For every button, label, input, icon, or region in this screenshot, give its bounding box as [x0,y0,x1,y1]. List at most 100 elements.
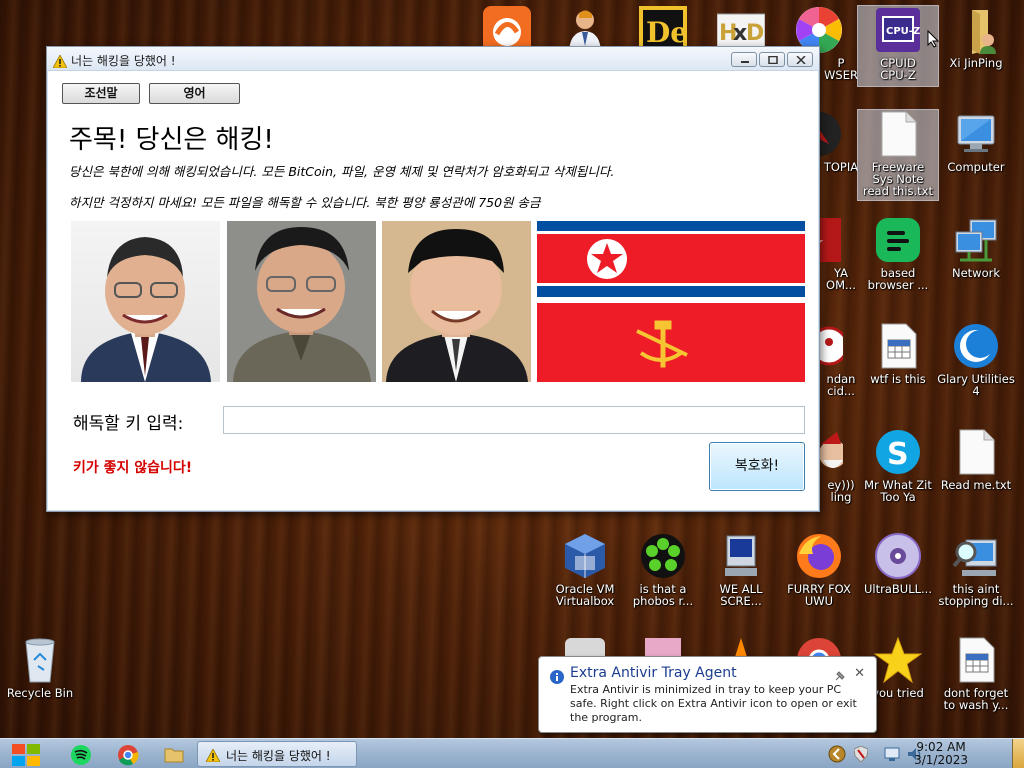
minimize-button[interactable] [731,52,757,67]
desktop-icon-weall[interactable]: WE ALL SCRE... [701,532,781,607]
spotify-taskbar-icon[interactable] [70,744,92,766]
ransom-heading: 주목! 당신은 해킹! [69,125,274,155]
star-icon [873,636,923,684]
desktop-icon-label: Freeware Sys Note read this.txt [862,160,934,198]
svg-text:D: D [746,21,764,46]
desktop-icon-recycle[interactable]: Recycle Bin [0,636,80,699]
desktop-icon-computer[interactable]: Computer [936,110,1016,173]
decrypt-key-label: 해독할 키 입력: [73,414,184,434]
svg-text:CPU-Z: CPU-Z [886,26,920,37]
doc-grid-icon [952,636,1000,684]
show-desktop-button[interactable] [1012,739,1024,768]
text-file-icon [952,428,1000,476]
taskbar: 너는 해킹을 당했어 ! 9:02 AM 3/1/2023 [0,738,1024,768]
disc-icon [874,532,922,580]
computer-icon [717,532,765,580]
virtualbox-icon [561,532,609,580]
svg-text:De: De [646,16,687,49]
portrait-3 [382,221,531,382]
tray-notification[interactable]: Extra Antivir Tray Agent ✕ Extra Antivir… [538,656,877,733]
text-file-icon [874,110,922,158]
desktop-icon-label: CPUID CPU-Z [880,56,916,82]
taskbar-clock[interactable]: 9:02 AM 3/1/2023 [914,741,968,767]
desktop-icon-label: Oracle VM Virtualbox [555,582,615,608]
portrait-2 [227,221,376,382]
desktop-icon-label: based browser ... [867,266,929,292]
taskbar-item-label: 너는 해킹을 당했어 ! [226,749,331,763]
taskbar-item-ransom-window[interactable]: 너는 해킹을 당했어 ! [197,741,357,767]
decrypt-button[interactable]: 복호화! [709,442,805,491]
desktop-icon-label: dont forget to wash y... [943,686,1009,712]
close-icon [796,56,806,64]
window-title: 너는 해킹을 당했어 ! [71,54,176,68]
recycle-bin-icon [16,636,64,684]
desktop-icon-label: Xi JinPing [949,56,1003,70]
desktop-icon-glary[interactable]: Glary Utilities 4 [936,322,1016,397]
mouse-cursor-icon [927,29,940,52]
desktop-icon-cpuz[interactable]: CPU-Z CPUID CPU-Z [857,5,939,87]
desktop-icon-vbox[interactable]: Oracle VM Virtualbox [545,532,625,607]
north-korea-flags [537,221,805,382]
desktop-icon-label: Mr What Zit Too Ya [864,478,932,504]
invalid-key-error: 키가 좋지 않습니다! [73,460,193,476]
windows-logo-icon [12,744,40,766]
desktop-icon-icq[interactable]: is that a phobos r... [623,532,703,607]
glary-icon [952,322,1000,370]
network-icon [952,216,1000,264]
network-tray-icon[interactable] [884,746,900,766]
maximize-icon [768,56,778,64]
desktop-icon-firefox[interactable]: FURRY FOX UWU [779,532,859,607]
close-button[interactable] [787,52,813,67]
notification-close-icon[interactable]: ✕ [854,666,865,681]
search-computer-icon [952,532,1000,580]
desktop-icon-wash[interactable]: dont forget to wash y... [936,636,1016,711]
portrait-1 [71,221,220,382]
notification-body: Extra Antivir is minimized in tray to ke… [570,683,857,724]
desktop-icon-ultrabull[interactable]: UltraBULL... [858,532,938,595]
desktop-icon-based[interactable]: based browser ... [858,216,938,291]
desktop-icon-freeware[interactable]: Freeware Sys Note read this.txt [857,109,939,201]
computer-icon [952,110,1000,158]
firefox-icon [795,532,843,580]
svg-text:S: S [887,437,909,472]
antivirus-tray-icon[interactable] [853,745,869,766]
explorer-taskbar-icon[interactable] [163,744,185,766]
desktop-icon-readme[interactable]: Read me.txt [936,428,1016,491]
doc-grid-icon [874,322,922,370]
decrypt-key-input[interactable] [223,406,805,434]
desktop-icon-skype[interactable]: S Mr What Zit Too Ya [858,428,938,503]
desktop-icon-label: Recycle Bin [6,686,74,700]
korean-language-button[interactable]: 조선말 [62,83,140,104]
desktop-icon-label: is that a phobos r... [632,582,694,608]
minimize-icon [741,61,749,63]
desktop-icon-label: wtf is this [870,372,926,386]
ransom-message-1: 당신은 북한에 의해 해킹되었습니다. 모든 BitCoin, 파일, 운영 체… [69,164,615,179]
skype-icon: S [874,428,922,476]
tray-app-icon[interactable] [828,745,846,767]
desktop-icon-label: UltraBULL... [864,582,932,596]
desktop-icon-stopping[interactable]: this aint stopping di... [936,532,1016,607]
desktop-icon-label: Read me.txt [940,478,1012,492]
desktop-icon-xijinping[interactable]: Xi JinPing [936,6,1016,69]
ransom-window: 너는 해킹을 당했어 ! 조선말 영어 주목! 당신은 해킹! 당신은 북한에 … [46,46,820,512]
ransom-message-2: 하지만 걱정하지 마세요! 모든 파일을 해독할 수 있습니다. 북한 평양 룡… [69,195,541,210]
start-button[interactable] [10,742,42,768]
window-titlebar[interactable]: 너는 해킹을 당했어 ! [47,47,819,71]
desktop-icon-network[interactable]: Network [936,216,1016,279]
icq-flower-icon [639,532,687,580]
desktop-icon-label: Computer [947,160,1005,174]
chrome-taskbar-icon[interactable] [117,744,139,766]
desktop-icon-wtf[interactable]: wtf is this [858,322,938,385]
info-icon [550,669,564,688]
desktop-icon-label: this aint stopping di... [938,582,1014,608]
maximize-button[interactable] [759,52,785,67]
english-language-button[interactable]: 영어 [149,83,240,104]
warning-icon [52,53,68,72]
clock-date: 3/1/2023 [914,753,968,767]
desktop-icon-label: Network [951,266,1001,280]
folder-user-icon [952,6,1000,54]
green-browser-icon [874,216,922,264]
desktop-icon-label: Glary Utilities 4 [937,372,1015,398]
notification-title: Extra Antivir Tray Agent [570,665,737,681]
warning-icon [205,747,221,766]
